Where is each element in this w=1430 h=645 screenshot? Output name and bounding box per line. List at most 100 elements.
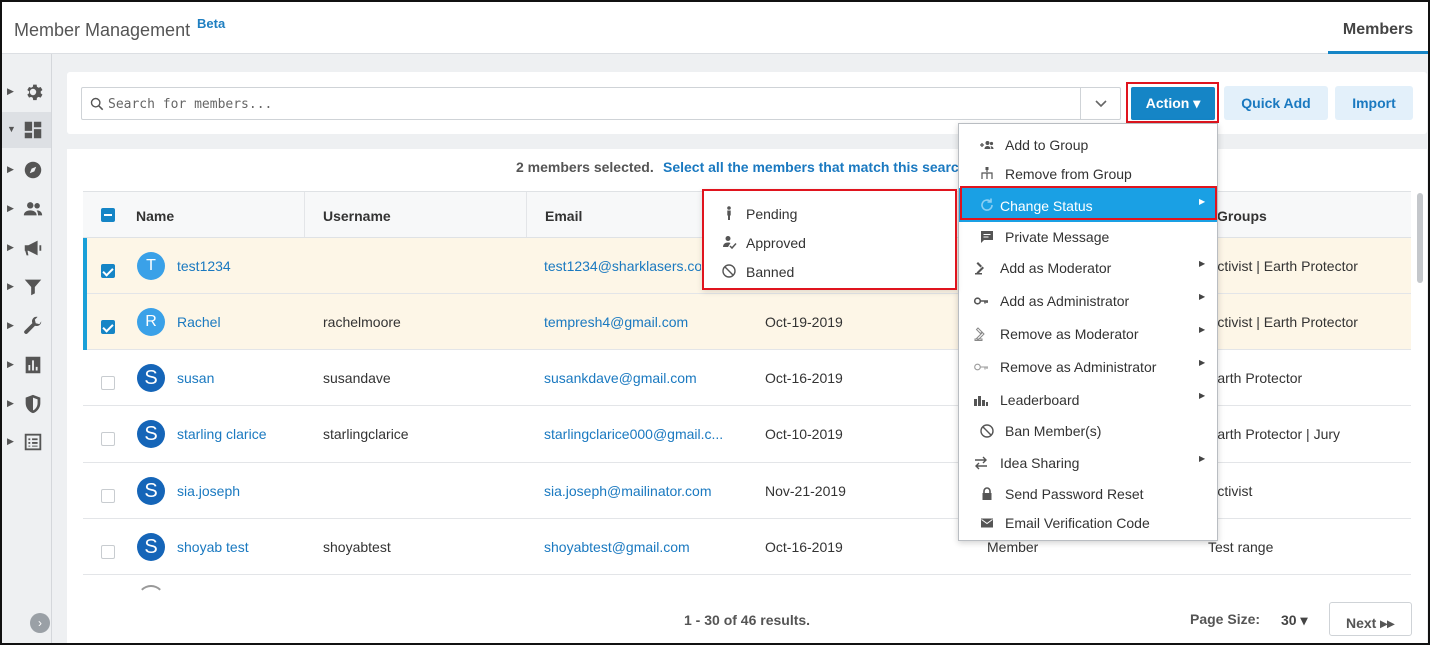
filter-icon [24, 279, 42, 296]
tab-members[interactable]: Members [1328, 2, 1428, 54]
member-date: Oct-10-2019 [765, 426, 843, 442]
menu-item-label: Send Password Reset [1005, 486, 1144, 502]
table-row-partial [83, 575, 1411, 593]
status-item-label: Pending [746, 206, 798, 222]
search-input[interactable] [108, 94, 1068, 114]
next-page-button[interactable]: Next ▸▸ [1329, 602, 1412, 636]
sidebar-item-tools[interactable]: ▶ [2, 308, 51, 344]
ban-icon [722, 264, 736, 278]
menu-item-add-to-group[interactable]: Add to Group [959, 130, 1217, 160]
table-scrollbar[interactable] [1415, 191, 1425, 593]
menu-item-label: Remove from Group [1005, 166, 1132, 182]
sidebar-item-security[interactable]: ▶ [2, 386, 51, 422]
search-box[interactable] [81, 87, 1121, 120]
menu-item-leaderboard[interactable]: Leaderboard ▶ [959, 385, 1217, 415]
row-checkbox[interactable] [101, 320, 115, 334]
highlight-box-action [1126, 82, 1219, 123]
select-all-link[interactable]: Select all the members that match this s… [663, 159, 961, 175]
row-checkbox[interactable] [101, 545, 115, 559]
menu-item-email-verification-code[interactable]: Email Verification Code [959, 508, 1217, 538]
row-checkbox[interactable] [101, 489, 115, 503]
key-icon [973, 297, 988, 305]
member-email-link[interactable]: shoyabtest@gmail.com [544, 539, 690, 555]
caret-right-icon: ▶ [1199, 259, 1206, 268]
menu-item-remove-from-group[interactable]: Remove from Group [959, 159, 1217, 189]
caret-right-icon: ▶ [1199, 454, 1206, 463]
member-email-link[interactable]: tempresh4@gmail.com [544, 314, 688, 330]
member-email-link[interactable]: susankdave@gmail.com [544, 370, 697, 386]
row-checkbox[interactable] [101, 432, 115, 446]
add-group-icon [980, 141, 994, 149]
caret-right-icon: ▶ [7, 203, 14, 213]
menu-item-add-as-administrator[interactable]: Add as Administrator ▶ [959, 286, 1217, 316]
row-checkbox[interactable] [101, 376, 115, 390]
member-name-link[interactable]: shoyab test [177, 539, 249, 555]
member-name-link[interactable]: sia.joseph [177, 483, 240, 499]
bar-chart-icon [25, 356, 41, 374]
sidebar-item-explore[interactable]: ▶ [2, 152, 51, 188]
sidebar-item-reports[interactable]: ▶ [2, 347, 51, 383]
member-date: Oct-19-2019 [765, 314, 843, 330]
member-email-link[interactable]: test1234@sharklasers.com [544, 258, 701, 274]
gear-icon [27, 84, 43, 101]
member-name-link[interactable]: susan [177, 370, 214, 386]
status-item-banned[interactable]: Banned [704, 257, 955, 285]
scrollbar-thumb[interactable] [1417, 193, 1423, 283]
caret-down-icon: ▼ [7, 124, 16, 134]
member-groups: Earth Protector [1208, 370, 1303, 386]
collapse-sidebar-button[interactable]: › [30, 613, 50, 633]
sidebar-item-members[interactable]: ▶ [2, 191, 51, 227]
key-outline-icon [974, 363, 988, 371]
member-email-link[interactable]: starlingclarice000@gmail.c... [544, 426, 723, 442]
envelope-icon [981, 518, 993, 528]
page-size-select[interactable]: 30 ▾ [1281, 612, 1308, 629]
person-check-icon [723, 236, 737, 250]
member-name-link[interactable]: Rachel [177, 314, 221, 330]
menu-item-add-as-moderator[interactable]: Add as Moderator ▶ [959, 253, 1217, 283]
menu-item-label: Idea Sharing [1000, 455, 1080, 471]
column-header-username[interactable]: Username [305, 192, 527, 237]
menu-item-label: Private Message [1005, 229, 1110, 245]
menu-item-private-message[interactable]: Private Message [959, 222, 1217, 252]
member-username: shoyabtest [323, 539, 391, 555]
column-header-name[interactable]: Name [83, 192, 305, 237]
gavel-outline-icon [974, 327, 985, 341]
row-checkbox[interactable] [101, 264, 115, 278]
highlight-box-change-status [960, 186, 1217, 220]
page-size-label: Page Size: [1190, 611, 1261, 627]
member-name-link[interactable]: test1234 [177, 258, 231, 274]
member-date: Nov-21-2019 [765, 483, 846, 499]
search-dropdown-toggle[interactable] [1080, 88, 1120, 119]
sidebar-item-logs[interactable]: ▶ [2, 424, 51, 460]
menu-item-idea-sharing[interactable]: Idea Sharing ▶ [959, 448, 1217, 478]
import-button[interactable]: Import [1335, 86, 1413, 120]
quick-add-button[interactable]: Quick Add [1224, 86, 1328, 120]
people-icon [23, 202, 43, 216]
column-header-groups[interactable]: Groups [1199, 192, 1411, 237]
member-name-link[interactable]: starling clarice [177, 426, 266, 442]
menu-item-remove-as-administrator[interactable]: Remove as Administrator ▶ [959, 352, 1217, 382]
sidebar-item-filters[interactable]: ▶ [2, 269, 51, 305]
search-icon [90, 97, 104, 111]
leaderboard-icon [974, 396, 988, 406]
caret-right-icon: ▶ [7, 359, 14, 369]
message-icon [981, 231, 993, 243]
dashboard-icon [24, 121, 42, 139]
member-date: Oct-16-2019 [765, 370, 843, 386]
column-header-email[interactable]: Email [527, 192, 705, 237]
menu-item-label: Remove as Moderator [1000, 326, 1139, 342]
sidebar-item-dashboard[interactable]: ▼ [2, 112, 51, 148]
member-email-link[interactable]: sia.joseph@mailinator.com [544, 483, 712, 499]
member-groups: Activist | Earth Protector [1208, 314, 1358, 330]
menu-item-send-password-reset[interactable]: Send Password Reset [959, 479, 1217, 509]
member-groups: Test range [1208, 539, 1274, 555]
menu-item-remove-as-moderator[interactable]: Remove as Moderator ▶ [959, 319, 1217, 349]
menu-item-label: Email Verification Code [1005, 515, 1150, 531]
menu-item-ban-members[interactable]: Ban Member(s) [959, 416, 1217, 446]
sidebar-item-settings[interactable]: ▶ [2, 74, 51, 110]
menu-item-label: Add as Moderator [1000, 260, 1112, 276]
status-item-approved[interactable]: Approved [704, 228, 955, 256]
menu-item-label: Ban Member(s) [1005, 423, 1102, 439]
status-item-pending[interactable]: Pending [704, 199, 955, 227]
sidebar-item-campaigns[interactable]: ▶ [2, 230, 51, 266]
